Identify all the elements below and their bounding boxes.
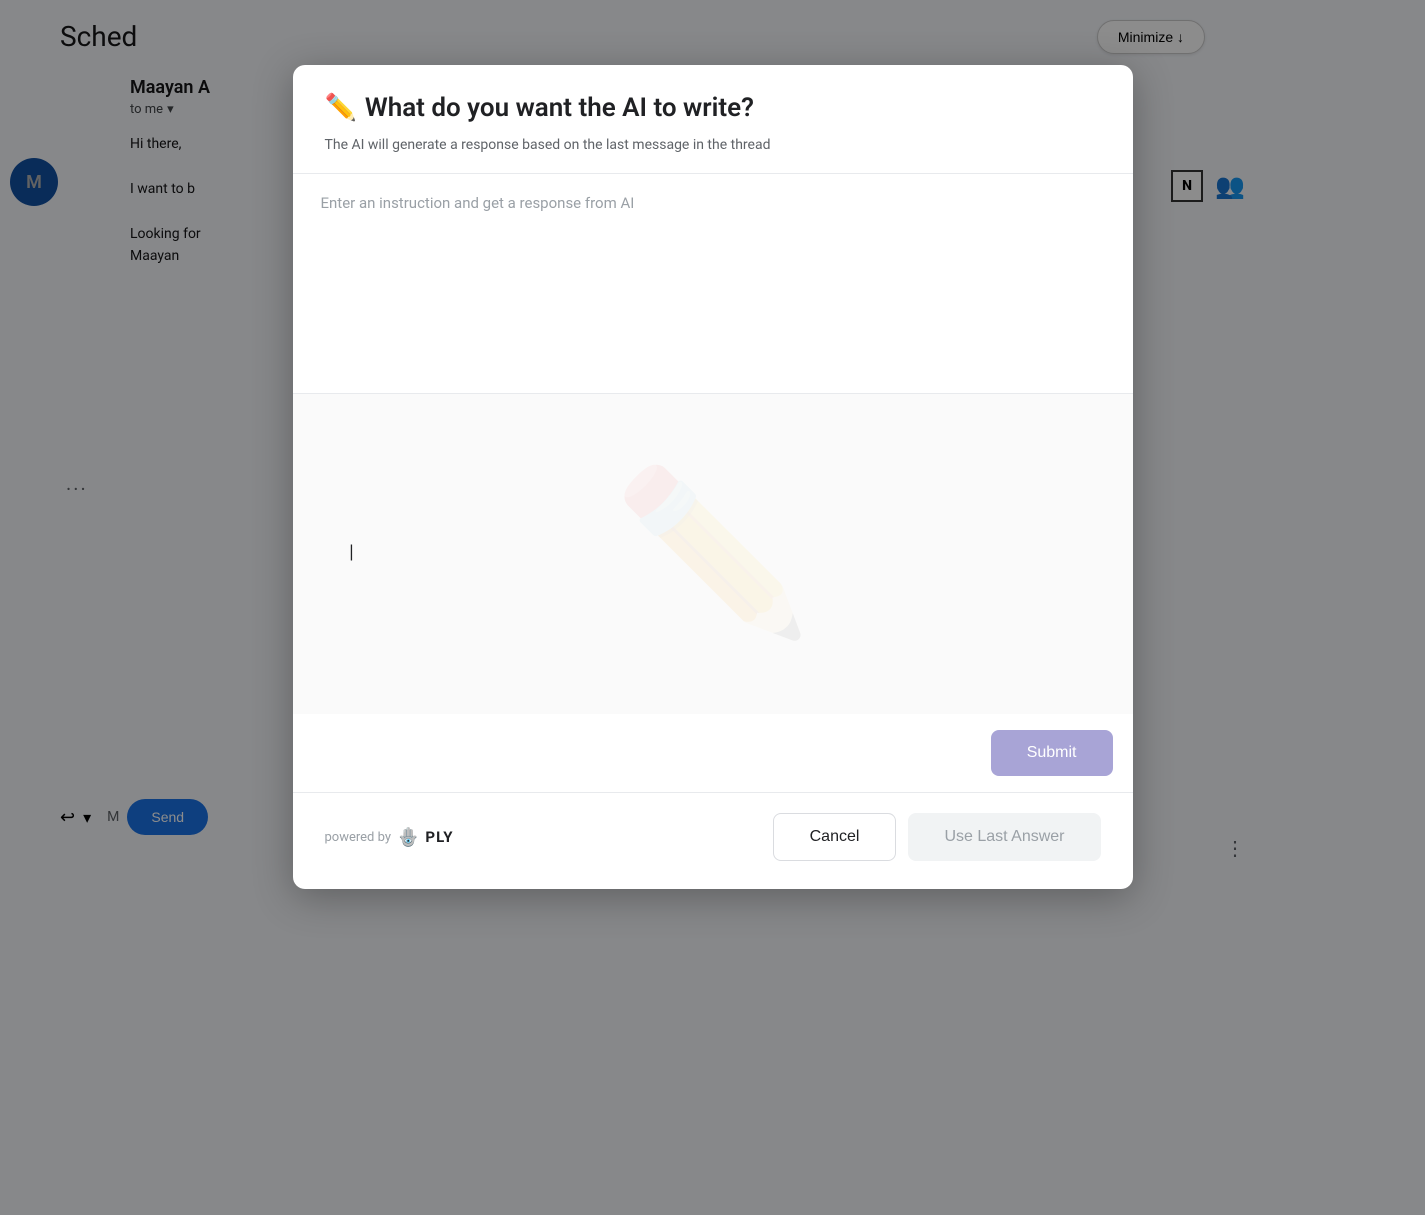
cancel-button[interactable]: Cancel [773,813,897,861]
modal-footer: powered by 🪬 PLY Cancel Use Last Answer [293,792,1133,889]
footer-buttons: Cancel Use Last Answer [773,813,1101,861]
instruction-area-wrapper: ✏️ I Submit [293,174,1133,792]
pencil-watermark: ✏️ [613,461,812,648]
text-cursor: I [349,542,355,567]
use-last-answer-button[interactable]: Use Last Answer [908,813,1100,861]
instruction-textarea[interactable] [293,174,1133,394]
powered-by-text: powered by [325,830,392,845]
submit-button[interactable]: Submit [991,730,1113,776]
modal-title: ✏️ What do you want the AI to write? [325,93,1101,123]
ply-logo-emoji: 🪬 [397,827,419,848]
pencil-emoji: ✏️ [325,93,357,123]
modal-subtitle: The AI will generate a response based on… [325,137,1101,153]
powered-by: powered by 🪬 PLY [325,827,454,848]
modal-overlay: ✏️ What do you want the AI to write? The… [0,0,1425,1215]
modal-title-text: What do you want the AI to write? [365,93,754,123]
ply-brand-name: PLY [425,828,453,846]
submit-btn-row: Submit [293,714,1133,792]
response-area: ✏️ I [293,394,1133,714]
modal-header: ✏️ What do you want the AI to write? The… [293,65,1133,174]
ai-write-modal: ✏️ What do you want the AI to write? The… [293,65,1133,889]
modal-body: ✏️ I Submit [293,174,1133,792]
